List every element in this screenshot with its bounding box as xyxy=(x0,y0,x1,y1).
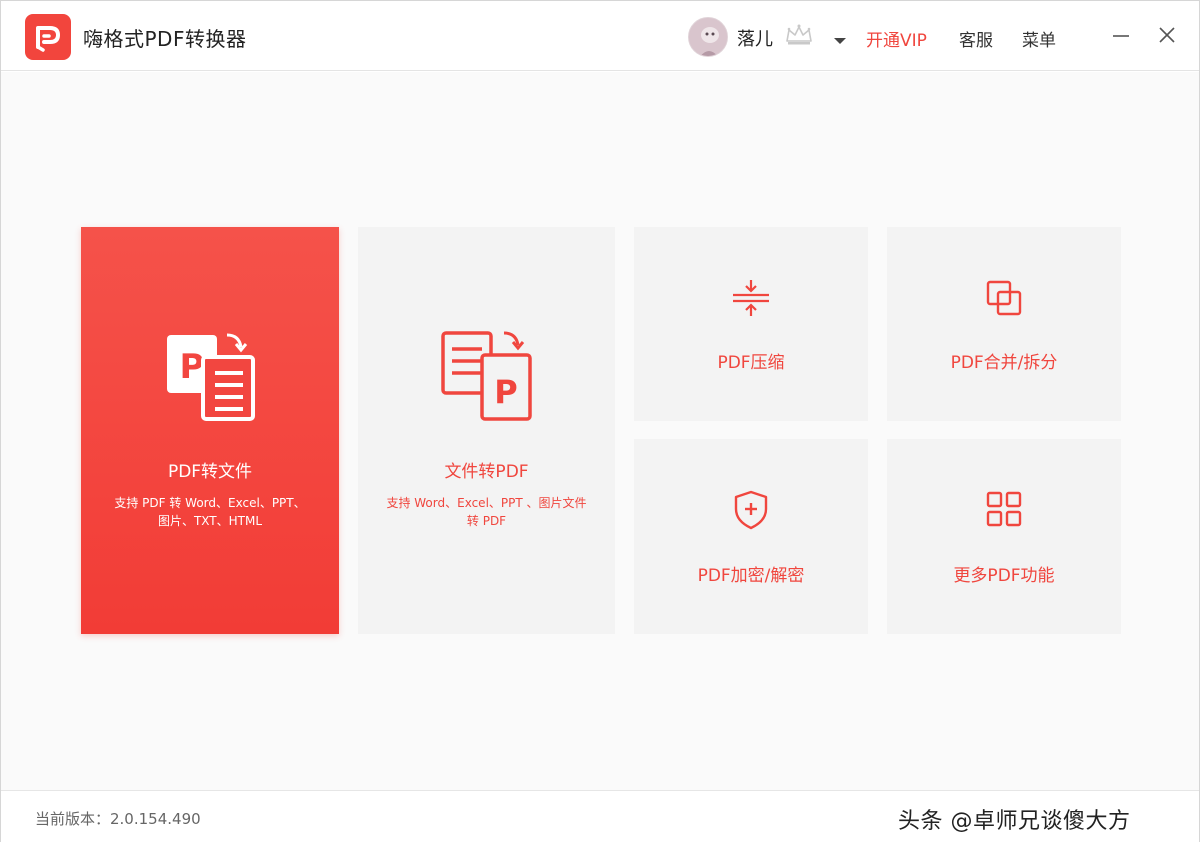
file-to-pdf-title: 文件转PDF xyxy=(444,462,529,482)
user-avatar[interactable] xyxy=(688,17,728,57)
file-to-pdf-card[interactable]: P 文件转PDF 支持 Word、Excel、PPT 、图片文件转 PDF xyxy=(358,227,615,634)
watermark-text: 头条 @卓师兄谈傻大方 xyxy=(898,809,1131,834)
more-pdf-functions-card[interactable]: 更多PDF功能 xyxy=(887,439,1121,634)
open-vip-link[interactable]: 开通VIP xyxy=(866,26,927,51)
pdf-compress-card[interactable]: PDF压缩 xyxy=(634,227,868,421)
pdf-encrypt-decrypt-title: PDF加密/解密 xyxy=(697,566,805,586)
more-pdf-functions-title: 更多PDF功能 xyxy=(953,566,1055,586)
crown-icon xyxy=(784,23,814,51)
svg-text:P: P xyxy=(180,347,205,387)
pdf-compress-title: PDF压缩 xyxy=(717,353,785,373)
svg-text:P: P xyxy=(494,373,517,411)
title-bar: 嗨格式PDF转换器 落儿 开通VIP 客服 菜单 xyxy=(1,1,1199,71)
grid-icon xyxy=(984,489,1024,533)
merge-squares-icon xyxy=(984,278,1024,322)
pdf-merge-split-title: PDF合并/拆分 xyxy=(950,353,1058,373)
pdf-to-file-card[interactable]: P PDF转文件 支持 PDF 转 Word、Excel、PPT、图片、TXT、… xyxy=(81,227,339,634)
caret-down-icon[interactable] xyxy=(833,31,847,50)
app-title: 嗨格式PDF转换器 xyxy=(83,27,247,51)
pdf-encrypt-decrypt-card[interactable]: PDF加密/解密 xyxy=(634,439,868,634)
menu-link[interactable]: 菜单 xyxy=(1022,26,1056,51)
minimize-icon[interactable] xyxy=(1111,25,1131,45)
compress-icon xyxy=(731,278,771,322)
shield-plus-icon xyxy=(731,489,771,535)
pdf-merge-split-card[interactable]: PDF合并/拆分 xyxy=(887,227,1121,421)
close-icon[interactable] xyxy=(1157,25,1177,45)
version-label: 当前版本：2.0.154.490 xyxy=(35,810,201,828)
file-to-pdf-desc: 支持 Word、Excel、PPT 、图片文件转 PDF xyxy=(386,496,587,528)
customer-service-link[interactable]: 客服 xyxy=(959,26,993,51)
main-content: P PDF转文件 支持 PDF 转 Word、Excel、PPT、图片、TXT、… xyxy=(1,72,1199,790)
pdf-to-file-title: PDF转文件 xyxy=(167,462,253,482)
document-to-pdf-icon: P xyxy=(438,327,538,431)
footer-bar: 当前版本：2.0.154.490 头条 @卓师兄谈傻大方 xyxy=(1,790,1199,842)
pdf-to-file-desc: 支持 PDF 转 Word、Excel、PPT、图片、TXT、HTML xyxy=(114,496,306,528)
app-window: 嗨格式PDF转换器 落儿 开通VIP 客服 菜单 P PDF转文件 支持 PDF… xyxy=(0,0,1200,842)
username: 落儿 xyxy=(737,29,773,50)
pdf-to-document-icon: P xyxy=(163,329,259,429)
pdf-logo-icon xyxy=(25,14,71,60)
